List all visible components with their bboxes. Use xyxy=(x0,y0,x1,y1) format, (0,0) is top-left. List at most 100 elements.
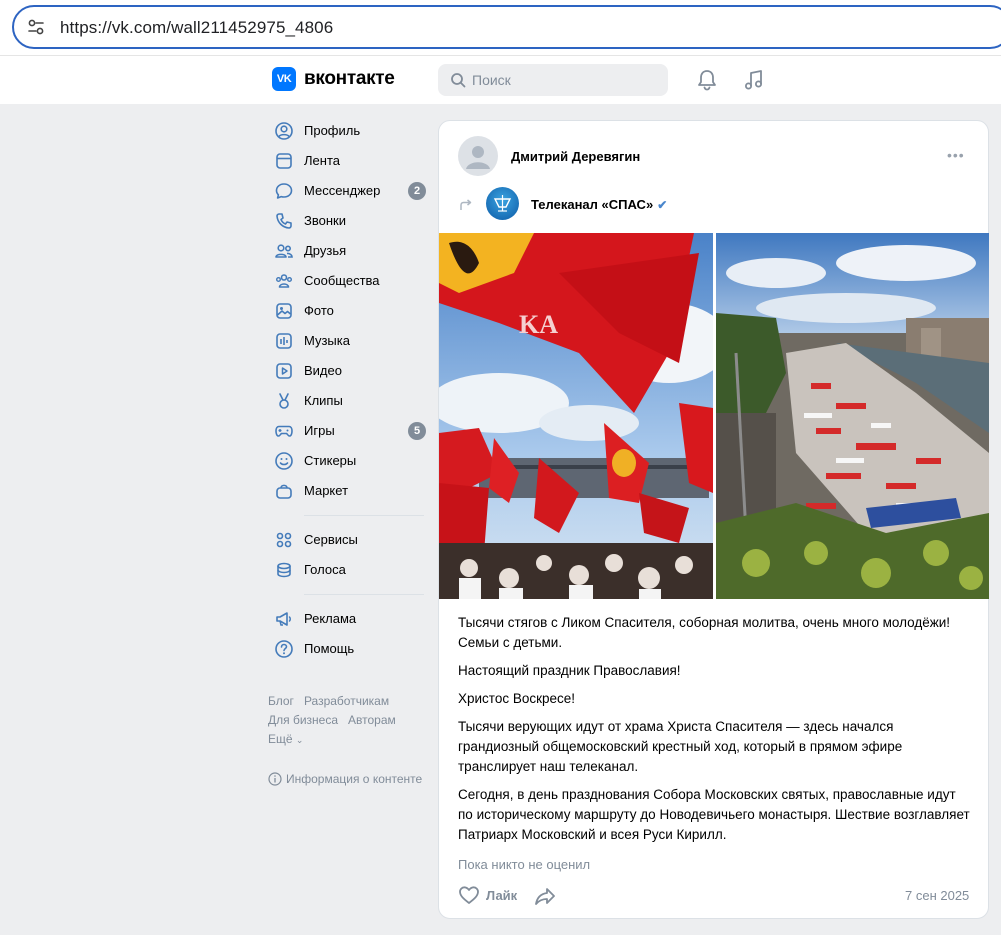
sidebar-item-label: Помощь xyxy=(304,641,355,656)
sidebar-item-label: Сервисы xyxy=(304,532,358,547)
footer-link-more[interactable]: Ещё ⌄ xyxy=(268,730,303,750)
post-paragraph: Тысячи верующих идут от храма Христа Спа… xyxy=(458,719,903,774)
sidebar-item-label: Игры xyxy=(304,423,335,438)
sidebar-item-messenger[interactable]: Мессенджер 2 xyxy=(268,176,428,206)
sidebar-item-label: Лента xyxy=(304,153,340,168)
left-sidebar: Профиль Лента Мессенджер 2 Звонки Друзья… xyxy=(268,116,428,664)
sidebar-item-calls[interactable]: Звонки xyxy=(268,206,428,236)
site-settings-icon[interactable] xyxy=(26,17,46,37)
content-info-label: Информация о контенте xyxy=(286,772,423,786)
like-button[interactable]: Лайк xyxy=(458,885,517,905)
sidebar-item-votes[interactable]: Голоса xyxy=(268,555,428,585)
post-date[interactable]: 7 сен 2025 xyxy=(905,888,969,903)
sidebar-item-music[interactable]: Музыка xyxy=(268,326,428,356)
sidebar-divider xyxy=(304,515,424,516)
notifications-bell-icon[interactable] xyxy=(696,68,718,92)
help-icon xyxy=(275,640,293,658)
sidebar-item-label: Звонки xyxy=(304,213,346,228)
sidebar-footer-links: Блог Разработчикам Для бизнеса Авторам Е… xyxy=(268,692,428,750)
sidebar-item-market[interactable]: Маркет xyxy=(268,476,428,506)
sidebar-item-label: Реклама xyxy=(304,611,357,626)
verified-check-icon: ✔ xyxy=(657,197,668,212)
sidebar-item-clips[interactable]: Клипы xyxy=(268,386,428,416)
post-author-name[interactable]: Дмитрий Деревягин xyxy=(511,149,640,164)
post-photo-1[interactable]: KA xyxy=(439,233,713,599)
vk-logo-text: вконтакте xyxy=(304,68,395,89)
profile-icon xyxy=(275,122,293,140)
sidebar-item-label: Друзья xyxy=(304,243,347,258)
video-icon xyxy=(276,363,292,379)
footer-link-authors[interactable]: Авторам xyxy=(348,711,396,730)
sidebar-item-stickers[interactable]: Стикеры xyxy=(268,446,428,476)
sidebar-item-label: Музыка xyxy=(304,333,350,348)
clips-icon xyxy=(279,393,289,409)
post-paragraph: Настоящий праздник Православия! xyxy=(458,663,681,678)
communities-icon xyxy=(276,274,292,288)
photo-flags-sky: KA xyxy=(439,233,713,599)
search-box[interactable] xyxy=(438,64,668,96)
sidebar-item-ads[interactable]: Реклама xyxy=(268,604,428,634)
default-avatar-icon xyxy=(466,146,490,169)
browser-toolbar: https://vk.com/wall211452975_4806 xyxy=(0,0,1001,56)
search-input[interactable] xyxy=(472,64,662,96)
sidebar-item-help[interactable]: Помощь xyxy=(268,634,428,664)
channel-logo-icon xyxy=(493,195,512,212)
sidebar-divider xyxy=(304,594,424,595)
sidebar-item-friends[interactable]: Друзья xyxy=(268,236,428,266)
photo-icon xyxy=(276,303,292,319)
sidebar-item-photos[interactable]: Фото xyxy=(268,296,428,326)
post-more-menu[interactable]: ••• xyxy=(947,147,965,163)
vk-logo[interactable]: VK вконтакте xyxy=(272,67,395,91)
sidebar-item-label: Голоса xyxy=(304,562,346,577)
post-text: Тысячи стягов с Ликом Спасителя, соборна… xyxy=(458,613,972,853)
music-note-icon[interactable] xyxy=(743,68,765,92)
sidebar-item-video[interactable]: Видео xyxy=(268,356,428,386)
wall-post: Дмитрий Деревягин ••• Телеканал «СПАС» ✔ xyxy=(438,120,989,919)
phone-icon xyxy=(276,213,292,229)
votes-coins-icon xyxy=(277,562,291,578)
search-icon xyxy=(451,73,466,88)
sidebar-item-feed[interactable]: Лента xyxy=(268,146,428,176)
services-icon xyxy=(276,532,292,548)
games-count-badge: 5 xyxy=(408,422,426,440)
sidebar-item-communities[interactable]: Сообщества xyxy=(268,266,428,296)
post-photo-2[interactable] xyxy=(716,233,989,599)
games-icon xyxy=(275,425,293,437)
author-avatar[interactable] xyxy=(458,136,498,176)
market-bag-icon xyxy=(276,484,292,499)
vk-logo-icon: VK xyxy=(272,67,296,91)
sidebar-item-games[interactable]: Игры 5 xyxy=(268,416,428,446)
feed-icon xyxy=(276,153,292,169)
address-bar[interactable]: https://vk.com/wall211452975_4806 xyxy=(12,5,1001,49)
photo-procession-aerial xyxy=(716,233,989,599)
sidebar-item-label: Фото xyxy=(304,303,334,318)
sidebar-item-profile[interactable]: Профиль xyxy=(268,116,428,146)
sidebar-item-label: Мессенджер xyxy=(304,183,381,198)
share-icon[interactable] xyxy=(534,886,556,906)
sidebar-item-label: Маркет xyxy=(304,483,349,498)
sidebar-item-label: Видео xyxy=(304,363,342,378)
svg-text:KA: KA xyxy=(519,310,558,339)
unread-count-badge: 2 xyxy=(408,182,426,200)
footer-link-blog[interactable]: Блог xyxy=(268,692,294,711)
sidebar-item-label: Профиль xyxy=(304,123,361,138)
like-label: Лайк xyxy=(486,887,518,903)
footer-link-business[interactable]: Для бизнеса xyxy=(268,711,338,730)
megaphone-icon xyxy=(276,612,291,626)
content-info-link[interactable]: Информация о контенте xyxy=(268,772,422,786)
post-paragraph: Христос Воскресе! xyxy=(458,691,576,706)
channel-avatar[interactable] xyxy=(486,187,519,220)
sidebar-item-label: Сообщества xyxy=(304,273,380,288)
stickers-icon xyxy=(275,452,293,470)
info-icon xyxy=(268,772,282,786)
messenger-icon xyxy=(275,183,293,199)
likes-status: Пока никто не оценил xyxy=(458,857,591,872)
music-icon xyxy=(276,333,292,349)
chevron-down-icon: ⌄ xyxy=(295,735,304,745)
url-text[interactable]: https://vk.com/wall211452975_4806 xyxy=(60,18,333,38)
post-paragraph: Тысячи стягов с Ликом Спасителя, соборна… xyxy=(458,615,951,650)
post-paragraph: Сегодня, в день празднования Собора Моск… xyxy=(458,787,970,842)
reposted-channel[interactable]: Телеканал «СПАС» ✔ xyxy=(531,197,667,212)
sidebar-item-services[interactable]: Сервисы xyxy=(268,525,428,555)
footer-link-developers[interactable]: Разработчикам xyxy=(304,692,389,711)
